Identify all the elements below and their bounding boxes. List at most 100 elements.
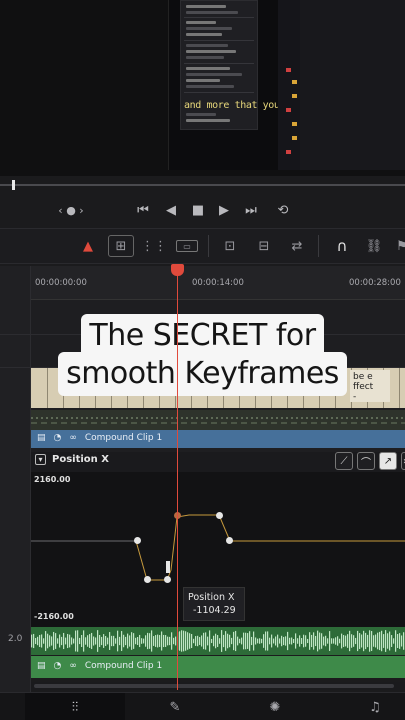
dynamic-trim-icon[interactable]: ⋮⋮ [141,235,167,257]
trim-tool-icon[interactable]: ⊞ [108,235,134,257]
compound-clip-bar-top[interactable]: ▤ ◔ ∞ Compound Clip 1 [31,430,405,448]
waveform-bar [141,638,143,644]
overwrite-clip-icon[interactable]: ⊟ [252,235,276,257]
waveform-bar [109,632,111,650]
waveform-bar [147,632,149,650]
waveform-bar [255,637,257,645]
waveform-bar [283,636,285,646]
waveform-bar [35,637,37,645]
waveform-bar [305,635,307,647]
speed-icon: ◔ [53,433,62,443]
timecode-ruler[interactable]: 00:00:00:00 00:00:14:00 00:00:28:00 [31,266,405,300]
waveform-bar [347,634,349,648]
waveform-bar [287,631,289,651]
insert-clip-icon[interactable]: ⊡ [218,235,242,257]
flag-icon[interactable]: ⚑ [390,235,405,257]
playhead-handle[interactable] [171,264,184,276]
waveform-bar [311,634,313,648]
waveform-bar [325,635,327,647]
ease-interp-icon[interactable]: ⌒ [357,452,375,470]
viewer-scrub-bar[interactable] [0,184,405,186]
waveform-bar [323,636,325,646]
waveform-bar [107,637,109,645]
snapping-icon[interactable]: ∩ [330,235,354,257]
waveform-bar [393,638,395,644]
waveform-bar [321,633,323,649]
waveform-bar [211,638,213,644]
waveform-bar [157,634,159,648]
selection-tool-icon[interactable]: ▲ [76,235,100,257]
keyframe-point[interactable] [134,537,141,544]
waveform-bar [75,630,77,652]
waveform-bar [201,635,203,647]
waveform-bar [357,630,359,652]
waveform-bar [359,633,361,649]
fairlight-page-icon[interactable]: ♫ [325,693,405,720]
waveform-bar [125,636,127,646]
waveform-bar [139,634,141,648]
loop-icon[interactable]: ⟲ [272,200,294,220]
waveform-bar [135,637,137,645]
curve-editor-title: ▾ Position X [35,454,109,465]
waveform-bar [99,634,101,648]
expand-checkbox-icon[interactable]: ▾ [35,454,46,465]
waveform-bar [389,631,391,651]
waveform-bar [209,630,211,652]
waveform-bar [253,631,255,651]
blade-tool-icon[interactable]: ▭ [176,240,198,252]
waveform-bar [221,630,223,652]
waveform-bar [297,638,299,644]
keyframe-point[interactable] [164,576,171,583]
scrollbar-thumb[interactable] [34,684,394,688]
jog-control-icon[interactable]: ‹ ● › [52,200,90,220]
edit-page-icon[interactable]: ⫶⫶ [25,693,125,720]
waveform-bar [271,634,273,648]
go-to-end-icon[interactable]: ⏭ [240,200,262,220]
playhead-line[interactable] [177,270,178,690]
waveform-bar [97,630,99,652]
waveform-bar [121,631,123,651]
bezier-handle-icon[interactable] [166,561,170,573]
waveform-bar [281,635,283,647]
waveform-bar [291,637,293,645]
play-icon[interactable]: ▶ [213,200,235,220]
replace-clip-icon[interactable]: ⇄ [285,235,309,257]
waveform-bar [59,634,61,648]
stop-icon[interactable]: ■ [187,200,209,220]
reverse-play-icon[interactable]: ◀ [160,200,182,220]
more-interp-icon[interactable]: › [401,452,405,470]
keyframe-point[interactable] [226,537,233,544]
keyframe-point[interactable] [216,512,223,519]
waveform-bar [277,634,279,648]
waveform-bar [31,634,33,648]
waveform-bar [179,631,181,651]
waveform-bar [213,635,215,647]
scrub-handle[interactable] [12,180,15,190]
fusion-page-icon[interactable]: ✎ [125,693,225,720]
waveform-bar [399,633,401,649]
inspector-panel-preview [300,0,405,170]
waveform-bar [115,638,117,644]
bezier-interp-icon[interactable]: ↗ [379,452,397,470]
keyframe-point[interactable] [144,576,151,583]
title-caption: The SECRET for smooth Keyframes [0,314,405,396]
waveform-bar [81,635,83,647]
audio-waveform[interactable] [31,627,405,655]
waveform-bar [111,635,113,647]
waveform-bar [123,634,125,648]
linear-interp-icon[interactable]: ⟋ [335,452,353,470]
waveform-bar [61,636,63,646]
waveform-bar [91,632,93,650]
waveform-bar [183,630,185,652]
waveform-bar [131,632,133,650]
linked-selection-icon[interactable]: ⛓ [362,235,386,257]
waveform-bar [273,638,275,644]
go-to-start-icon[interactable]: ⏮ [132,200,154,220]
waveform-bar [295,633,297,649]
color-page-icon[interactable]: ✺ [225,693,325,720]
compound-clip-bar-bottom[interactable]: ▤ ◔ ∞ Compound Clip 1 [31,656,405,678]
waveform-bar [319,632,321,650]
waveform-bar [33,633,35,649]
caption-line-2: smooth Keyframes [58,352,347,396]
waveform-bar [371,631,373,651]
